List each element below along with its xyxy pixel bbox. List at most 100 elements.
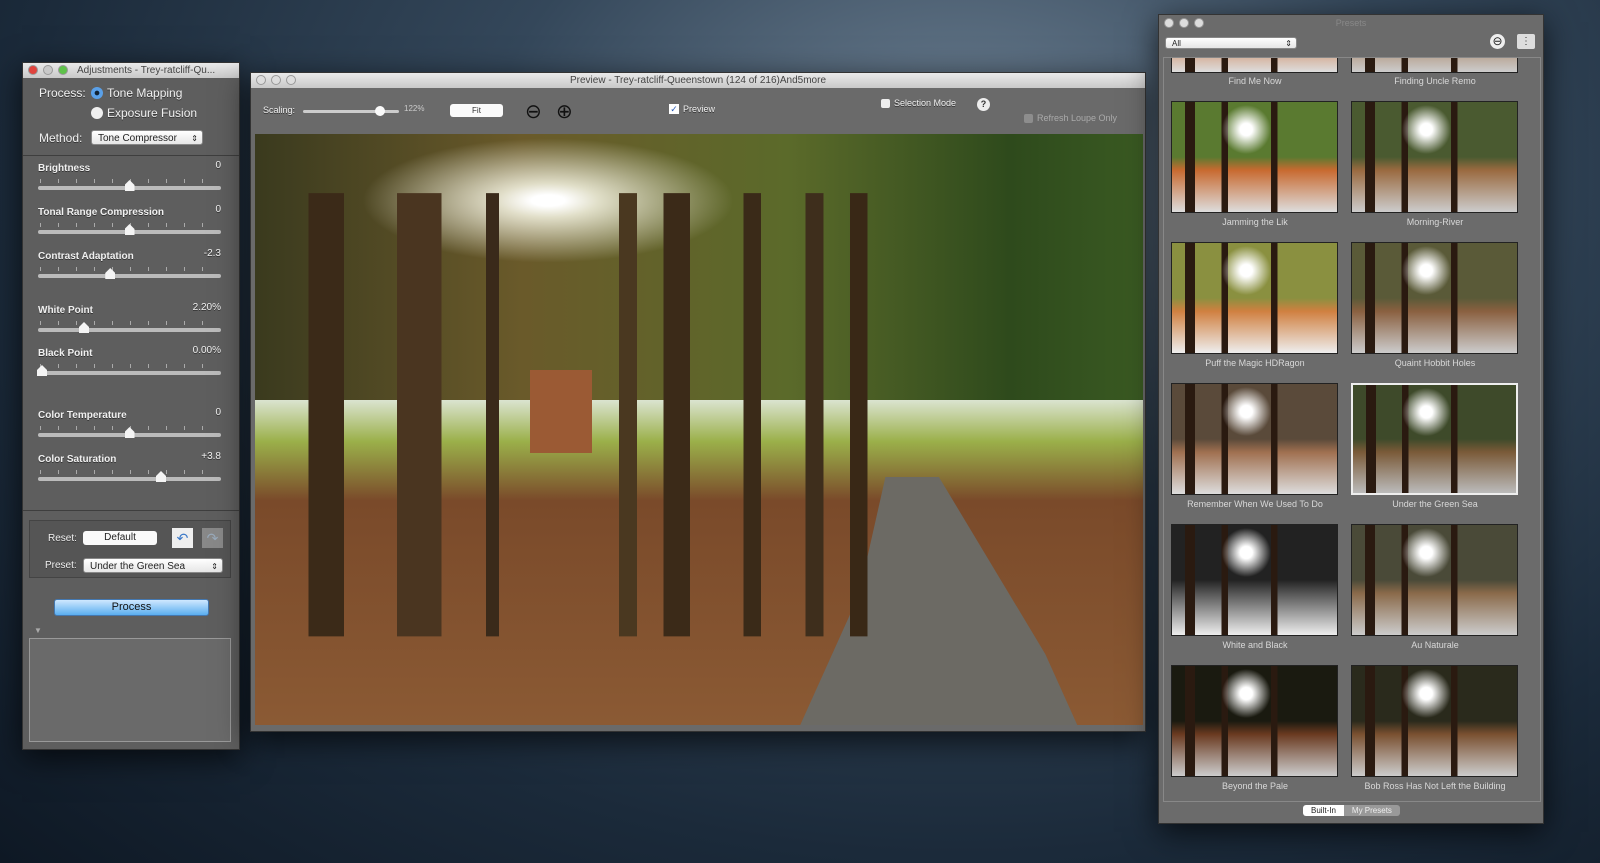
preview-checkbox[interactable]: ✓ Preview bbox=[669, 104, 715, 114]
adjustments-titlebar[interactable]: Adjustments - Trey-ratcliff-Qu... bbox=[23, 63, 239, 78]
preview-titlebar[interactable]: Preview - Trey-ratcliff-Queenstown (124 … bbox=[251, 73, 1145, 88]
close-button[interactable] bbox=[256, 75, 266, 85]
slider-label: Brightness bbox=[38, 163, 91, 174]
divider bbox=[23, 510, 239, 511]
preset-thumbnail[interactable] bbox=[1351, 383, 1518, 495]
undo-arrow-icon[interactable]: ↶ bbox=[172, 528, 193, 548]
minimize-button[interactable] bbox=[271, 75, 281, 85]
preset-thumbnail[interactable] bbox=[1171, 524, 1338, 636]
presets-titlebar[interactable]: Presets bbox=[1159, 15, 1543, 31]
slider-color-temperature[interactable]: Color Temperature 0 bbox=[38, 407, 221, 450]
zoom-in-icon[interactable]: ⊕ bbox=[556, 99, 573, 124]
info-area bbox=[29, 638, 231, 742]
slider-contrast-adaptation[interactable]: Contrast Adaptation -2.3 bbox=[38, 248, 221, 291]
slider-tonal-range-compression[interactable]: Tonal Range Compression 0 bbox=[38, 204, 221, 247]
preset-thumbnail[interactable] bbox=[1351, 58, 1518, 73]
slider-ticks bbox=[40, 321, 219, 325]
slider-value: 0.00% bbox=[192, 345, 221, 356]
preset-label: Puff the Magic HDRagon bbox=[1205, 358, 1305, 368]
preset-label: Finding Uncle Remo bbox=[1394, 76, 1476, 86]
slider-track[interactable] bbox=[38, 477, 221, 481]
checkbox-box bbox=[1024, 113, 1033, 123]
tab-built-in[interactable]: Built-In bbox=[1303, 805, 1344, 816]
preset-label: Au Naturale bbox=[1411, 640, 1459, 650]
preset-label: Find Me Now bbox=[1228, 76, 1282, 86]
presets-tabs: Built-In My Presets bbox=[1303, 805, 1400, 816]
method-select[interactable]: Tone Compressor bbox=[91, 130, 203, 146]
close-button[interactable] bbox=[28, 65, 38, 75]
process-label: Process: bbox=[39, 86, 86, 100]
preset-label: Jamming the Lik bbox=[1222, 217, 1288, 227]
slider-label: Contrast Adaptation bbox=[38, 251, 134, 262]
radio-tone-mapping[interactable]: Tone Mapping bbox=[91, 86, 182, 100]
preset-label: Under the Green Sea bbox=[1392, 499, 1478, 509]
preview-window: Preview - Trey-ratcliff-Queenstown (124 … bbox=[250, 72, 1146, 732]
slider-value: -2.3 bbox=[203, 248, 221, 259]
tab-my-presets[interactable]: My Presets bbox=[1343, 805, 1400, 816]
preset-thumbnail[interactable] bbox=[1171, 58, 1338, 73]
window-title: Adjustments - Trey-ratcliff-Qu... bbox=[77, 65, 216, 76]
preset-thumbnail[interactable] bbox=[1351, 524, 1518, 636]
preset-select[interactable]: Under the Green Sea bbox=[83, 558, 223, 574]
slider-black-point[interactable]: Black Point 0.00% bbox=[37, 345, 221, 388]
preset-filter-select[interactable]: All bbox=[1165, 37, 1297, 50]
presets-grid[interactable]: Find Me Now Finding Uncle Remo Jamming the… bbox=[1163, 57, 1541, 802]
close-button[interactable] bbox=[1164, 18, 1174, 28]
preset-label: Morning-River bbox=[1406, 217, 1464, 227]
disclosure-triangle-icon[interactable]: ▼ bbox=[34, 626, 42, 635]
slider-label: Color Temperature bbox=[38, 410, 127, 421]
fit-button[interactable]: Fit bbox=[450, 104, 503, 117]
slider-ticks bbox=[40, 470, 219, 474]
method-label: Method: bbox=[39, 131, 83, 145]
slider-label: Black Point bbox=[38, 348, 93, 359]
slider-track[interactable] bbox=[38, 274, 221, 278]
selection-mode-checkbox[interactable]: Selection Mode bbox=[881, 98, 956, 108]
radio-unselected-icon bbox=[91, 107, 103, 119]
slider-ticks bbox=[40, 267, 219, 271]
default-button[interactable]: Default bbox=[83, 531, 157, 545]
zoom-button[interactable] bbox=[286, 75, 296, 85]
slider-brightness[interactable]: Brightness 0 bbox=[38, 160, 221, 203]
slider-track[interactable] bbox=[38, 371, 221, 375]
preset-thumbnail[interactable] bbox=[1351, 242, 1518, 354]
zoom-button[interactable] bbox=[1194, 18, 1204, 28]
scaling-label: Scaling: bbox=[263, 105, 296, 115]
remove-preset-icon[interactable]: ⊖ bbox=[1490, 34, 1505, 49]
preset-thumbnail[interactable] bbox=[1171, 383, 1338, 495]
window-title: Presets bbox=[1335, 18, 1367, 28]
options-menu-icon[interactable]: ⋮ bbox=[1517, 34, 1535, 49]
zoom-out-icon[interactable]: ⊖ bbox=[525, 99, 542, 124]
presets-window: Presets All ⊖ ⋮ Find Me Now Finding Uncle… bbox=[1158, 14, 1544, 824]
scaling-slider-knob[interactable] bbox=[374, 106, 385, 116]
slider-value: +3.8 bbox=[201, 451, 221, 462]
process-button[interactable]: Process bbox=[54, 599, 209, 616]
divider bbox=[23, 155, 239, 156]
slider-value: 2.20% bbox=[192, 302, 221, 313]
help-button[interactable]: ? bbox=[977, 98, 990, 111]
scaling-slider[interactable] bbox=[303, 106, 399, 116]
slider-value: 0 bbox=[215, 204, 221, 215]
scaling-value: 122% bbox=[404, 104, 425, 113]
slider-white-point[interactable]: White Point 2.20% bbox=[38, 302, 221, 345]
preset-thumbnail[interactable] bbox=[1171, 242, 1338, 354]
preset-thumbnail[interactable] bbox=[1171, 665, 1338, 777]
preview-image[interactable] bbox=[255, 134, 1143, 725]
preset-label: Bob Ross Has Not Left the Building bbox=[1364, 781, 1506, 791]
slider-label: Tonal Range Compression bbox=[38, 207, 164, 218]
preset-thumbnail[interactable] bbox=[1351, 665, 1518, 777]
preset-label: White and Black bbox=[1222, 640, 1288, 650]
slider-value: 0 bbox=[215, 160, 221, 171]
preset-thumbnail[interactable] bbox=[1171, 101, 1338, 213]
adjustments-window: Adjustments - Trey-ratcliff-Qu... Proces… bbox=[22, 62, 240, 750]
zoom-button[interactable] bbox=[58, 65, 68, 75]
refresh-loupe-checkbox[interactable]: Refresh Loupe Only bbox=[1024, 113, 1117, 123]
radio-exposure-fusion[interactable]: Exposure Fusion bbox=[91, 106, 197, 120]
minimize-button[interactable] bbox=[1179, 18, 1189, 28]
preset-label: Quaint Hobbit Holes bbox=[1394, 358, 1476, 368]
minimize-button[interactable] bbox=[43, 65, 53, 75]
reset-preset-box: Reset: Default ↶ ↷ Preset: Under the Gre… bbox=[29, 520, 231, 578]
slider-track[interactable] bbox=[38, 328, 221, 332]
slider-color-saturation[interactable]: Color Saturation +3.8 bbox=[38, 451, 221, 494]
redo-arrow-icon[interactable]: ↷ bbox=[202, 528, 223, 548]
preset-thumbnail[interactable] bbox=[1351, 101, 1518, 213]
